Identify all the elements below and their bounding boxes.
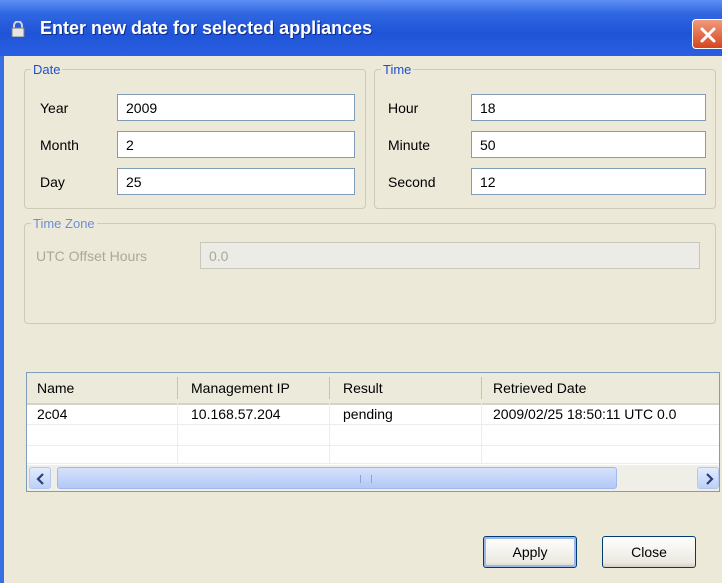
- scroll-right-button[interactable]: [697, 467, 719, 489]
- month-field[interactable]: [117, 131, 355, 158]
- day-field[interactable]: [117, 168, 355, 195]
- scroll-thumb[interactable]: [57, 467, 617, 489]
- hour-field[interactable]: [471, 94, 706, 121]
- col-header-name[interactable]: Name: [37, 380, 74, 396]
- dialog-window: Enter new date for selected appliances D…: [0, 0, 722, 583]
- dialog-body: Date Year Month Day Time Hour Minute Sec…: [4, 56, 722, 583]
- table-row[interactable]: 2c04 10.168.57.204 pending 2009/02/25 18…: [27, 403, 719, 425]
- col-header-management-ip[interactable]: Management IP: [191, 380, 290, 396]
- day-label: Day: [40, 174, 65, 190]
- year-field[interactable]: [117, 94, 355, 121]
- utc-offset-label: UTC Offset Hours: [36, 248, 147, 264]
- col-header-retrieved-date[interactable]: Retrieved Date: [493, 380, 586, 396]
- lock-icon: [11, 21, 25, 37]
- timezone-group: Time Zone: [24, 216, 716, 324]
- close-icon: [700, 27, 716, 43]
- cell-management-ip: 10.168.57.204: [191, 406, 281, 422]
- hour-label: Hour: [388, 100, 419, 116]
- grip-icon: [360, 475, 372, 483]
- apply-button[interactable]: Apply: [483, 536, 577, 568]
- appliances-table[interactable]: Name Management IP Result Retrieved Date…: [26, 372, 720, 492]
- timezone-legend: Time Zone: [33, 216, 95, 231]
- minute-field[interactable]: [471, 131, 706, 158]
- horizontal-scrollbar[interactable]: [27, 465, 719, 491]
- col-header-result[interactable]: Result: [343, 380, 383, 396]
- title-bar[interactable]: Enter new date for selected appliances: [0, 0, 722, 56]
- chevron-right-icon: [706, 473, 714, 485]
- second-label: Second: [388, 174, 436, 190]
- column-divider[interactable]: [177, 377, 178, 399]
- chevron-left-icon: [36, 473, 44, 485]
- month-label: Month: [40, 137, 79, 153]
- table-row-empty[interactable]: [27, 445, 719, 464]
- scroll-left-button[interactable]: [29, 467, 51, 489]
- close-window-button[interactable]: [692, 19, 722, 49]
- time-legend: Time: [383, 62, 412, 77]
- utc-offset-field: [200, 242, 700, 269]
- date-legend: Date: [33, 62, 61, 77]
- minute-label: Minute: [388, 137, 431, 153]
- table-row-empty[interactable]: [27, 424, 719, 446]
- column-divider[interactable]: [481, 377, 482, 399]
- cell-name: 2c04: [37, 406, 68, 422]
- year-label: Year: [40, 100, 69, 116]
- cell-result: pending: [343, 406, 393, 422]
- window-title: Enter new date for selected appliances: [40, 18, 373, 38]
- second-field[interactable]: [471, 168, 706, 195]
- cell-retrieved-date: 2009/02/25 18:50:11 UTC 0.0: [493, 406, 677, 422]
- close-button[interactable]: Close: [602, 536, 696, 568]
- table-header: Name Management IP Result Retrieved Date: [27, 373, 719, 405]
- column-divider[interactable]: [329, 377, 330, 399]
